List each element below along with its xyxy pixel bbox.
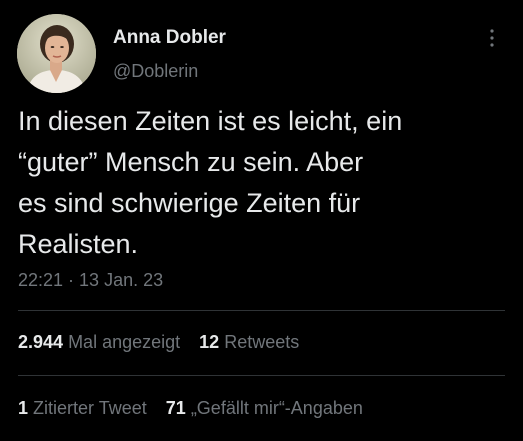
likes-label: „Gefällt mir“-Angaben (190, 398, 363, 418)
quotes-count: 1 (18, 398, 29, 418)
retweets-label: Retweets (224, 332, 300, 352)
tweet-timestamp[interactable]: 22:21 · 13 Jan. 23 (18, 270, 163, 291)
author-handle[interactable]: @Doblerin (113, 61, 198, 82)
more-vertical-icon (490, 29, 494, 47)
likes-stat[interactable]: 71 „Gefällt mir“-Angaben (166, 398, 363, 418)
tweet-text-line: es sind schwierige Zeiten für (18, 188, 361, 218)
avatar-portrait-image (17, 14, 96, 93)
stats-row-views-retweets: 2.944 Mal angezeigt 12 Retweets (18, 332, 313, 353)
views-label: Mal angezeigt (68, 332, 181, 352)
avatar[interactable] (17, 14, 96, 93)
divider (18, 375, 505, 376)
quotes-label: Zitierter Tweet (33, 398, 147, 418)
likes-count: 71 (165, 398, 186, 418)
views-count: 2.944 (18, 332, 64, 352)
views-stat[interactable]: 2.944 Mal angezeigt (18, 332, 180, 352)
author-display-name[interactable]: Anna Dobler (113, 27, 226, 49)
retweets-stat[interactable]: 12 Retweets (199, 332, 299, 352)
tweet-card: Anna Dobler @Doblerin In diesen Zeiten i… (0, 0, 523, 441)
more-options-button[interactable] (480, 26, 504, 50)
tweet-text-line: In diesen Zeiten ist es leicht, ein (18, 106, 403, 136)
tweet-text-line: “guter” Mensch zu sein. Aber (18, 147, 364, 177)
quotes-stat[interactable]: 1 Zitierter Tweet (18, 398, 147, 418)
stats-row-quotes-likes: 1 Zitierter Tweet 71 „Gefällt mir“-Angab… (18, 398, 377, 419)
divider (18, 310, 505, 311)
retweets-count: 12 (199, 332, 220, 352)
tweet-text-line: Realisten. (18, 229, 139, 259)
tweet-text: In diesen Zeiten ist es leicht, ein “gut… (18, 101, 513, 265)
